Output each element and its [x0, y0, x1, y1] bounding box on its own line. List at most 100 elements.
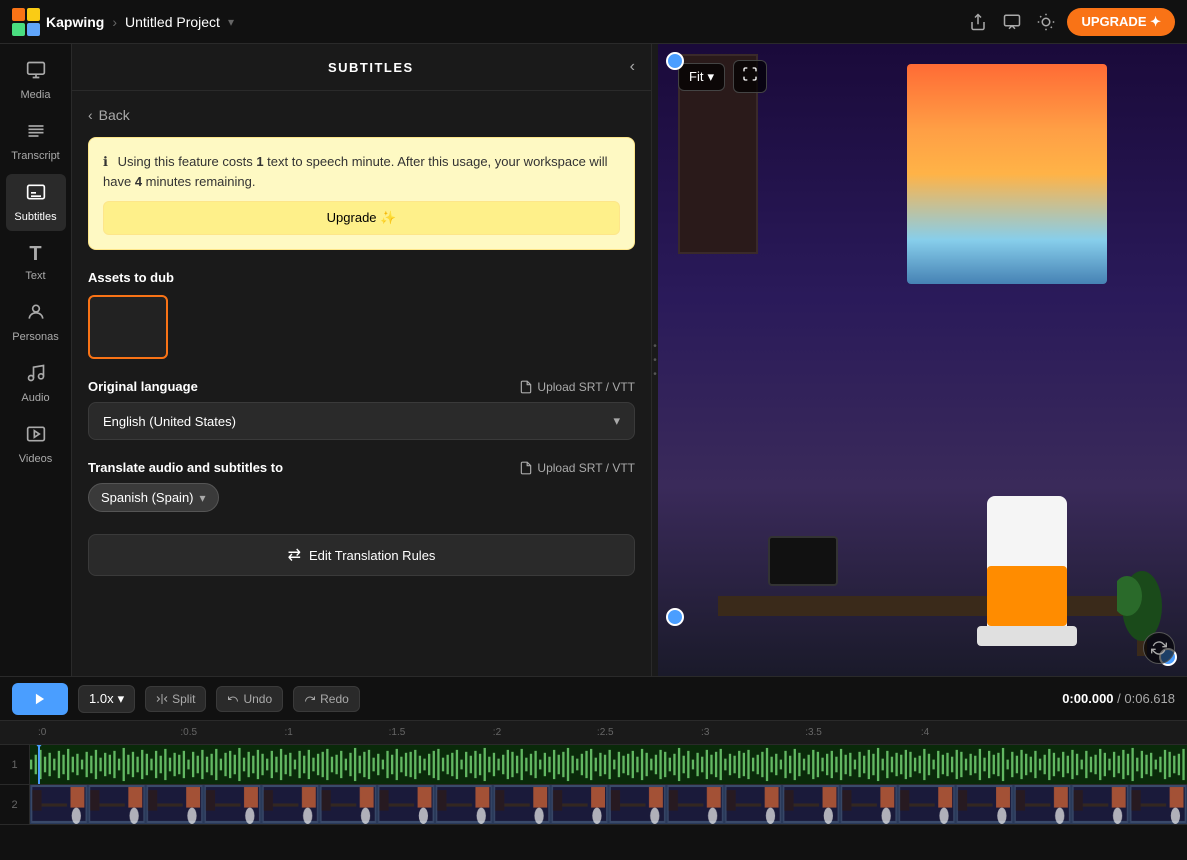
- subtitles-label: Subtitles: [14, 211, 56, 223]
- sidebar: Media Transcript Subtitles: [0, 44, 72, 676]
- upgrade-yellow-button[interactable]: Upgrade ✨: [103, 201, 620, 235]
- language-dropdown[interactable]: English (United States) ▾: [88, 402, 635, 440]
- play-button[interactable]: [12, 683, 68, 715]
- sidebar-item-transcript[interactable]: Transcript: [6, 113, 66, 170]
- track-2-label: 2: [0, 785, 30, 824]
- audio-icon: [26, 363, 46, 388]
- undo-label: Undo: [243, 692, 272, 706]
- back-button[interactable]: ‹ Back: [88, 107, 130, 123]
- ruler-marks: :0 :0.5 :1 :1.5 :2 :2.5 :3 :3.5 :4: [30, 723, 1187, 743]
- warning-box: ℹ Using this feature costs 1 text to spe…: [88, 137, 635, 250]
- fullscreen-button[interactable]: [733, 60, 767, 93]
- translate-label-row: Translate audio and subtitles to Upload …: [88, 460, 635, 475]
- translate-label: Translate audio and subtitles to: [88, 460, 283, 475]
- room-monitor: [768, 536, 838, 586]
- bottom-controls: 1.0x ▾ Split Undo Redo 0:00.000 / 0:06.6…: [0, 676, 1187, 720]
- logo-area: Kapwing: [12, 8, 104, 36]
- media-icon: [26, 60, 46, 85]
- ruler-mark-1-5: :1.5: [389, 727, 406, 738]
- video-strip: [30, 785, 1187, 824]
- sidebar-item-subtitles[interactable]: Subtitles: [6, 174, 66, 231]
- translate-icon: ⇄: [288, 545, 301, 565]
- track-2-content[interactable]: [30, 785, 1187, 824]
- upgrade-button[interactable]: UPGRADE ✦: [1067, 8, 1175, 36]
- share-button[interactable]: [965, 9, 991, 35]
- assets-label: Assets to dub: [88, 270, 635, 285]
- redo-button[interactable]: Redo: [293, 686, 360, 712]
- timeline-area: :0 :0.5 :1 :1.5 :2 :2.5 :3 :3.5 :4 1: [0, 720, 1187, 860]
- language-value: English (United States): [103, 414, 236, 429]
- media-label: Media: [21, 89, 51, 101]
- comment-button[interactable]: [999, 9, 1025, 35]
- warning-text: ℹ Using this feature costs 1 text to spe…: [103, 152, 620, 191]
- videos-label: Videos: [19, 453, 52, 465]
- ruler-mark-3: :3: [701, 727, 709, 738]
- upload-srt-link[interactable]: Upload SRT / VTT: [519, 380, 635, 394]
- panel-title: SUBTITLES: [112, 60, 630, 75]
- selected-language-tag[interactable]: Spanish (Spain) ▾: [88, 483, 219, 512]
- fit-button[interactable]: Fit ▾: [678, 63, 725, 91]
- project-dropdown-chevron[interactable]: ▾: [228, 15, 234, 29]
- timeline-ruler: :0 :0.5 :1 :1.5 :2 :2.5 :3 :3.5 :4: [0, 721, 1187, 745]
- timeline-tracks: 1: [0, 745, 1187, 860]
- info-icon: ℹ: [103, 154, 108, 169]
- preview-canvas: [658, 44, 1187, 676]
- track-1-content[interactable]: [30, 745, 1187, 784]
- selected-language-value: Spanish (Spain): [101, 490, 194, 505]
- original-language-label: Original language: [88, 379, 198, 394]
- speed-button[interactable]: 1.0x ▾: [78, 685, 135, 713]
- asset-thumbnail[interactable]: [88, 295, 168, 359]
- ruler-mark-4: :4: [921, 727, 929, 738]
- brightness-button[interactable]: [1033, 9, 1059, 35]
- panel-collapse-button[interactable]: ‹: [630, 58, 635, 76]
- split-label: Split: [172, 692, 195, 706]
- translate-section: Translate audio and subtitles to Upload …: [88, 460, 635, 576]
- control-point-bottom-left[interactable]: [666, 608, 684, 626]
- fit-dropdown-arrow: ▾: [707, 69, 714, 85]
- time-current: 0:00.000: [1062, 691, 1113, 706]
- main-area: Media Transcript Subtitles: [0, 44, 1187, 676]
- sidebar-item-videos[interactable]: Videos: [6, 416, 66, 473]
- sidebar-item-media[interactable]: Media: [6, 52, 66, 109]
- undo-button[interactable]: Undo: [216, 686, 283, 712]
- redo-label: Redo: [320, 692, 349, 706]
- text-label: Text: [25, 270, 45, 282]
- tag-dropdown-arrow: ▾: [200, 491, 206, 505]
- text-icon: T: [29, 243, 41, 266]
- room-window: [907, 64, 1107, 284]
- project-name[interactable]: Untitled Project: [125, 14, 220, 30]
- audio-waveform: [30, 745, 1187, 784]
- kapwing-label: Kapwing: [46, 14, 104, 30]
- subtitles-icon: [26, 182, 46, 207]
- back-arrow-icon: ‹: [88, 107, 93, 123]
- preview-area: Fit ▾: [658, 44, 1187, 676]
- ruler-mark-1: :1: [285, 727, 293, 738]
- videos-icon: [26, 424, 46, 449]
- panel-body: ‹ Back ℹ Using this feature costs 1 text…: [72, 91, 651, 676]
- refresh-button[interactable]: [1143, 632, 1175, 664]
- transcript-label: Transcript: [11, 150, 60, 162]
- cost-amount: 1: [256, 154, 263, 169]
- sidebar-item-text[interactable]: T Text: [6, 235, 66, 290]
- edit-rules-label: Edit Translation Rules: [309, 548, 435, 563]
- ruler-mark-2: :2: [493, 727, 501, 738]
- remaining-amount: 4: [135, 174, 142, 189]
- sidebar-item-audio[interactable]: Audio: [6, 355, 66, 412]
- audio-label: Audio: [21, 392, 49, 404]
- original-language-row: Original language Upload SRT / VTT: [88, 379, 635, 394]
- split-button[interactable]: Split: [145, 686, 206, 712]
- time-display: 0:00.000 / 0:06.618: [1062, 691, 1175, 706]
- control-point-top-left[interactable]: [666, 52, 684, 70]
- room-desk: [718, 596, 1147, 616]
- breadcrumb-separator: ›: [112, 14, 117, 30]
- edit-rules-button[interactable]: ⇄ Edit Translation Rules: [88, 534, 635, 576]
- sidebar-item-personas[interactable]: Personas: [6, 294, 66, 351]
- speed-label: 1.0x: [89, 691, 114, 706]
- warning-text-after: minutes remaining.: [142, 174, 255, 189]
- kapwing-logo-icon: [12, 8, 40, 36]
- room-chair-seat: [977, 626, 1077, 646]
- ruler-mark-2-5: :2.5: [597, 727, 614, 738]
- translate-upload-link[interactable]: Upload SRT / VTT: [519, 461, 635, 475]
- back-label: Back: [99, 107, 130, 123]
- time-total: 0:06.618: [1124, 691, 1175, 706]
